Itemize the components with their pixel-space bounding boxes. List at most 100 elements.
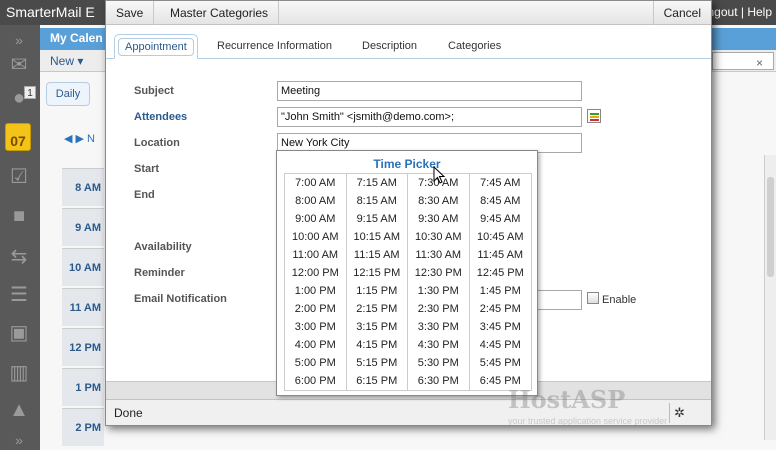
enable-label: Enable — [602, 294, 637, 306]
chevron-double-down-icon[interactable]: » — [5, 427, 33, 450]
subject-label: Subject — [134, 85, 174, 97]
reminder-label: Reminder — [134, 267, 185, 279]
time-option[interactable]: 5:00 PM — [285, 354, 347, 372]
time-slot: 9 AM — [62, 208, 104, 246]
save-button[interactable]: Save — [106, 1, 155, 25]
tab-categories[interactable]: Categories — [438, 34, 511, 59]
time-option[interactable]: 6:15 PM — [347, 372, 408, 390]
calendar-day: 07 — [10, 133, 26, 149]
time-option[interactable]: 10:45 AM — [470, 228, 532, 246]
date-nav[interactable]: ◀ ▶ N — [64, 132, 95, 145]
time-option[interactable]: 4:45 PM — [470, 336, 532, 354]
time-option[interactable]: 4:30 PM — [408, 336, 470, 354]
tab-daily[interactable]: Daily — [46, 82, 90, 106]
time-option[interactable]: 5:30 PM — [408, 354, 470, 372]
new-button-label: New — [50, 54, 75, 68]
time-picker-grid: 7:00 AM 7:15 AM 7:30 AM 7:45 AM 8:00 AM 8:15 … — [284, 173, 532, 391]
time-option[interactable]: 1:30 PM — [408, 282, 470, 300]
time-option[interactable]: 1:00 PM — [285, 282, 347, 300]
time-option[interactable]: 4:00 PM — [285, 336, 347, 354]
time-slot: 8 AM — [62, 168, 104, 206]
dialog-toolbar: Save Master Categories Cancel — [106, 1, 711, 25]
time-option[interactable]: 12:45 PM — [470, 264, 532, 282]
time-option[interactable]: 2:30 PM — [408, 300, 470, 318]
time-slot: 1 PM — [62, 368, 104, 406]
time-option[interactable]: 3:00 PM — [285, 318, 347, 336]
time-option[interactable]: 1:15 PM — [347, 282, 408, 300]
scrollbar-thumb[interactable] — [767, 177, 774, 277]
master-categories-button[interactable]: Master Categories — [160, 1, 280, 25]
time-option[interactable]: 11:45 AM — [470, 246, 532, 264]
alert-icon[interactable]: ▲ — [5, 397, 33, 423]
subject-field[interactable]: Meeting — [277, 81, 582, 101]
time-option[interactable]: 3:45 PM — [470, 318, 532, 336]
time-option[interactable]: 12:00 PM — [285, 264, 347, 282]
time-option[interactable]: 12:30 PM — [408, 264, 470, 282]
sync-icon[interactable]: ⇆ — [5, 243, 33, 269]
rss-icon[interactable]: ☰ — [5, 281, 33, 307]
calendar-icon[interactable]: 07 — [5, 123, 31, 151]
time-option[interactable]: 5:45 PM — [470, 354, 532, 372]
attendees-field[interactable]: "John Smith" <jsmith@demo.com>; — [277, 107, 582, 127]
time-option[interactable]: 2:45 PM — [470, 300, 532, 318]
chevron-double-down-icon[interactable]: » — [5, 27, 33, 53]
time-option[interactable]: 12:15 PM — [347, 264, 408, 282]
time-option[interactable]: 6:30 PM — [408, 372, 470, 390]
end-label: End — [134, 189, 155, 201]
time-slot: 10 AM — [62, 248, 104, 286]
reports-icon[interactable]: ▥ — [5, 359, 33, 385]
cancel-button[interactable]: Cancel — [652, 1, 711, 25]
time-option[interactable]: 2:15 PM — [347, 300, 408, 318]
time-option[interactable]: 8:00 AM — [285, 192, 347, 210]
new-button[interactable]: New ▾ — [50, 54, 83, 68]
mouse-cursor-icon — [433, 166, 446, 184]
time-option[interactable]: 6:00 PM — [285, 372, 347, 390]
time-slot: 11 AM — [62, 288, 104, 326]
time-option[interactable]: 9:15 AM — [347, 210, 408, 228]
time-option[interactable]: 3:30 PM — [408, 318, 470, 336]
time-option[interactable]: 7:45 AM — [470, 174, 532, 192]
address-book-icon[interactable] — [587, 109, 601, 123]
time-option[interactable]: 11:15 AM — [347, 246, 408, 264]
time-option[interactable]: 10:15 AM — [347, 228, 408, 246]
attendees-link[interactable]: Attendees — [134, 111, 187, 123]
watermark-tagline: your trusted application service provide… — [508, 416, 668, 426]
tab-description[interactable]: Description — [352, 34, 427, 59]
time-option[interactable]: 2:00 PM — [285, 300, 347, 318]
contacts-icon[interactable]: ● — [5, 85, 33, 111]
time-option[interactable]: 8:45 AM — [470, 192, 532, 210]
time-option[interactable]: 4:15 PM — [347, 336, 408, 354]
time-picker-title: Time Picker — [373, 157, 441, 171]
dialog-tabs: Appointment Recurrence Information Descr… — [106, 31, 711, 59]
time-option[interactable]: 11:30 AM — [408, 246, 470, 264]
tab-appointment[interactable]: Appointment — [114, 34, 198, 59]
notes-icon[interactable]: ■ — [5, 203, 33, 229]
availability-label: Availability — [134, 241, 192, 253]
time-option[interactable]: 3:15 PM — [347, 318, 408, 336]
email-notification-field[interactable] — [535, 290, 582, 310]
tab-recurrence-information[interactable]: Recurrence Information — [207, 34, 342, 59]
time-option[interactable]: 10:30 AM — [408, 228, 470, 246]
files-icon[interactable]: ▣ — [5, 319, 33, 345]
time-option[interactable]: 1:45 PM — [470, 282, 532, 300]
location-label: Location — [134, 137, 180, 149]
left-rail: » ✉ 1 ● 07 ☑ ■ ⇆ ☰ ▣ ▥ ▲ » — [0, 25, 40, 450]
email-notification-label: Email Notification — [134, 293, 227, 305]
time-option[interactable]: 7:15 AM — [347, 174, 408, 192]
bug-icon[interactable]: ✲ — [669, 403, 689, 423]
tasks-icon[interactable]: ☑ — [5, 163, 33, 189]
enable-checkbox[interactable] — [587, 292, 599, 304]
logout-help-links[interactable]: ngout | Help — [708, 5, 773, 19]
time-option[interactable]: 9:45 AM — [470, 210, 532, 228]
calendar-scrollbar[interactable] — [764, 155, 776, 440]
close-icon[interactable]: × — [756, 56, 770, 70]
time-option[interactable]: 5:15 PM — [347, 354, 408, 372]
time-option[interactable]: 7:00 AM — [285, 174, 347, 192]
time-option[interactable]: 8:30 AM — [408, 192, 470, 210]
time-option[interactable]: 9:00 AM — [285, 210, 347, 228]
time-option[interactable]: 8:15 AM — [347, 192, 408, 210]
time-option[interactable]: 11:00 AM — [285, 246, 347, 264]
mail-icon[interactable]: ✉ — [5, 51, 33, 77]
time-option[interactable]: 9:30 AM — [408, 210, 470, 228]
time-option[interactable]: 10:00 AM — [285, 228, 347, 246]
